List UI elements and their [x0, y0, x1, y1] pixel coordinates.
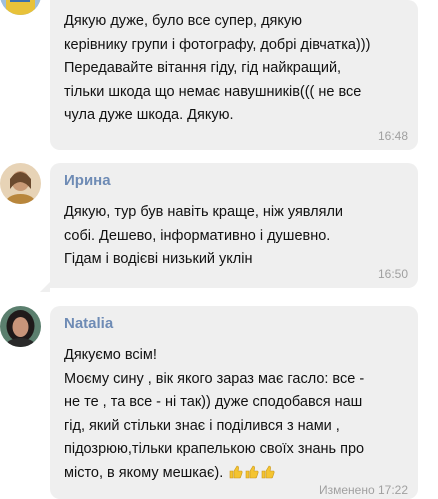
- chat-message: Дякую дуже, було все супер, дякую керівн…: [0, 0, 438, 150]
- avatar-image: [0, 0, 41, 15]
- avatar-image: [0, 306, 41, 347]
- bubble-tail: [40, 282, 50, 292]
- message-time: Изменено 17:22: [318, 483, 408, 497]
- thumbs-up-icon: [261, 465, 275, 478]
- avatar[interactable]: [0, 163, 41, 204]
- sender-name[interactable]: Natalia: [64, 315, 113, 332]
- message-text: Дякуємо всім! Моєму сину , вік якого зар…: [64, 344, 408, 485]
- thumbs-up-icon: [229, 465, 243, 478]
- message-bubble[interactable]: Дякую дуже, було все супер, дякую керівн…: [50, 0, 418, 150]
- message-bubble[interactable]: Natalia Дякуємо всім! Моєму сину , вік я…: [50, 306, 418, 499]
- chat-history: Дякую дуже, було все супер, дякую керівн…: [0, 0, 438, 499]
- message-text: Дякую, тур був навіть краще, ніж уявляли…: [64, 204, 344, 267]
- avatar-image: [0, 163, 41, 204]
- chat-message: Ирина Дякую, тур був навіть краще, ніж у…: [0, 160, 438, 292]
- avatar[interactable]: [0, 0, 41, 15]
- message-time: 16:48: [377, 129, 408, 143]
- message-time: 16:50: [377, 267, 408, 281]
- thumbs-up-icon: [245, 465, 259, 478]
- avatar[interactable]: [0, 306, 41, 347]
- message-text: Дякую дуже, було все супер, дякую керівн…: [64, 13, 371, 123]
- message-bubble[interactable]: Ирина Дякую, тур був навіть краще, ніж у…: [50, 163, 418, 288]
- emoji-group: [223, 465, 275, 481]
- sender-name[interactable]: Ирина: [64, 172, 111, 189]
- chat-message: Natalia Дякуємо всім! Моєму сину , вік я…: [0, 300, 438, 499]
- message-text-body: Дякуємо всім! Моєму сину , вік якого зар…: [64, 347, 365, 481]
